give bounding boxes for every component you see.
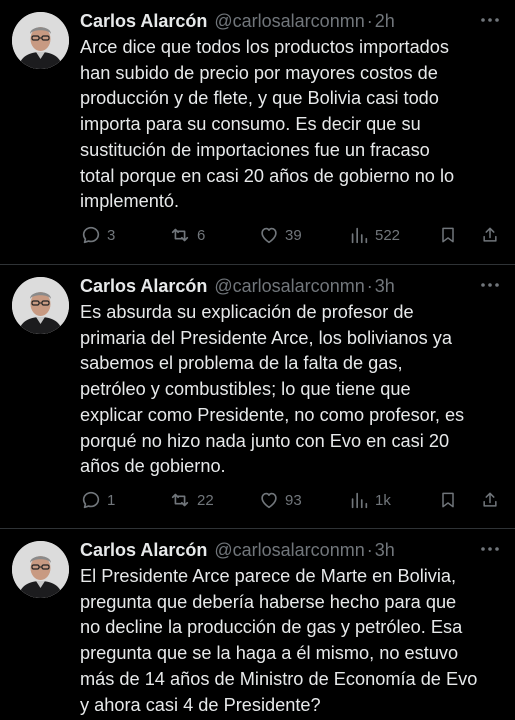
heart-icon bbox=[261, 227, 277, 244]
reply-count: 3 bbox=[107, 226, 116, 244]
retweet-icon bbox=[171, 493, 189, 507]
views-button[interactable]: 522 bbox=[348, 222, 400, 248]
view-count: 522 bbox=[375, 226, 401, 244]
tweet-header: Carlos Alarcón @carlosalarconmn · 3h bbox=[80, 273, 505, 299]
tweet-content: Carlos Alarcón @carlosalarconmn · 3h Es … bbox=[80, 273, 505, 480]
views-button[interactable]: 1k bbox=[348, 487, 391, 513]
reply-button[interactable]: 1 bbox=[80, 487, 115, 513]
view-count: 1k bbox=[375, 491, 391, 509]
avatar[interactable] bbox=[12, 12, 69, 69]
views-icon bbox=[351, 492, 368, 509]
tweet[interactable]: Carlos Alarcón @carlosalarconmn · 3h El … bbox=[0, 529, 515, 720]
tweet-actions: 1 22 93 1k bbox=[80, 487, 505, 513]
author-name[interactable]: Carlos Alarcón bbox=[80, 540, 207, 561]
like-count: 93 bbox=[285, 491, 302, 509]
share-icon bbox=[483, 227, 497, 242]
tweet-actions: 3 6 39 522 bbox=[80, 222, 505, 248]
retweet-count: 6 bbox=[197, 226, 206, 244]
bookmark-icon bbox=[442, 492, 454, 508]
author-name[interactable]: Carlos Alarcón bbox=[80, 11, 207, 32]
author-handle[interactable]: @carlosalarconmn bbox=[214, 11, 364, 32]
separator: · bbox=[366, 539, 373, 560]
reply-count: 1 bbox=[107, 491, 116, 509]
tweet-text: Es absurda su explicación de profesor de… bbox=[80, 302, 465, 477]
tweet[interactable]: Carlos Alarcón @carlosalarconmn · 3h Es … bbox=[0, 265, 515, 529]
like-button[interactable]: 93 bbox=[258, 487, 302, 513]
more-options-button[interactable] bbox=[479, 277, 501, 293]
share-button[interactable] bbox=[480, 222, 500, 248]
timestamp[interactable]: 2h bbox=[375, 11, 395, 32]
tweet[interactable]: Carlos Alarcón @carlosalarconmn · 2h Arc… bbox=[0, 0, 515, 265]
timestamp[interactable]: 3h bbox=[375, 540, 395, 561]
retweet-icon bbox=[171, 228, 189, 242]
avatar[interactable] bbox=[12, 277, 69, 334]
retweet-button[interactable]: 6 bbox=[168, 222, 205, 248]
share-icon bbox=[483, 492, 497, 507]
reply-button[interactable]: 3 bbox=[80, 222, 115, 248]
bookmark-icon bbox=[442, 227, 454, 243]
like-count: 39 bbox=[285, 226, 302, 244]
share-button[interactable] bbox=[480, 487, 500, 513]
tweet-header: Carlos Alarcón @carlosalarconmn · 3h bbox=[80, 537, 505, 563]
like-button[interactable]: 39 bbox=[258, 222, 302, 248]
tweet-text: El Presidente Arce parece de Marte en Bo… bbox=[80, 566, 478, 715]
retweet-button[interactable]: 22 bbox=[168, 487, 214, 513]
reply-icon bbox=[82, 491, 100, 509]
timeline-feed: Carlos Alarcón @carlosalarconmn · 2h Arc… bbox=[0, 0, 515, 720]
bookmark-button[interactable] bbox=[438, 222, 458, 248]
separator: · bbox=[366, 10, 373, 31]
author-handle[interactable]: @carlosalarconmn bbox=[214, 540, 364, 561]
more-options-button[interactable] bbox=[479, 541, 501, 557]
retweet-count: 22 bbox=[197, 491, 214, 509]
views-icon bbox=[351, 227, 368, 244]
tweet-header: Carlos Alarcón @carlosalarconmn · 2h bbox=[80, 8, 505, 34]
more-icon bbox=[481, 18, 499, 22]
avatar[interactable] bbox=[12, 541, 69, 598]
tweet-content: Carlos Alarcón @carlosalarconmn · 3h El … bbox=[80, 537, 505, 718]
author-handle[interactable]: @carlosalarconmn bbox=[214, 276, 364, 297]
separator: · bbox=[366, 275, 373, 296]
reply-icon bbox=[82, 226, 100, 244]
timestamp[interactable]: 3h bbox=[375, 276, 395, 297]
more-icon bbox=[481, 547, 499, 551]
author-name[interactable]: Carlos Alarcón bbox=[80, 276, 207, 297]
tweet-text: Arce dice que todos los productos import… bbox=[80, 37, 455, 212]
heart-icon bbox=[261, 492, 277, 509]
more-options-button[interactable] bbox=[479, 12, 501, 28]
tweet-content: Carlos Alarcón @carlosalarconmn · 2h Arc… bbox=[80, 8, 505, 215]
more-icon bbox=[481, 283, 499, 287]
bookmark-button[interactable] bbox=[438, 487, 458, 513]
